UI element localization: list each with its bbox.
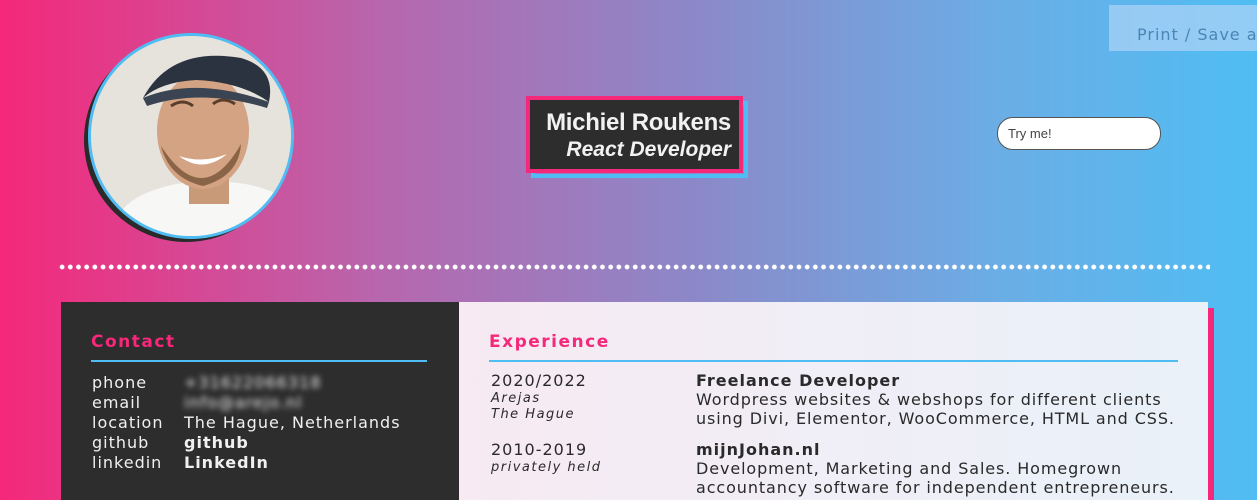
contact-row-email: email info@arejo.nl [91, 393, 427, 413]
contact-label: github [92, 433, 150, 452]
experience-title-text: mijnJohan.nl [696, 440, 821, 459]
profile-role: React Developer [566, 138, 731, 161]
experience-panel: Experience 2020/2022 Arejas The Hague Fr… [459, 302, 1208, 500]
contact-label: email [92, 393, 142, 412]
experience-item: 2010-2019 privately held mijnJohan.nl De… [489, 440, 1178, 497]
experience-item: 2020/2022 Arejas The Hague Freelance Dev… [489, 371, 1178, 428]
name-card-body: Michiel Roukens React Developer [526, 96, 743, 173]
github-link[interactable]: github [184, 433, 249, 453]
contact-row-linkedin: linkedin LinkedIn [91, 453, 427, 473]
experience-period: 2020/2022 [491, 371, 587, 390]
experience-when: 2010-2019 privately held [489, 440, 696, 497]
avatar [88, 33, 294, 239]
experience-details: mijnJohan.nl Development, Marketing and … [696, 440, 1178, 497]
contact-label: linkedin [92, 453, 163, 472]
try-me-input[interactable] [997, 117, 1161, 150]
experience-place: The Hague [491, 407, 576, 422]
name-card: Michiel Roukens React Developer [526, 96, 748, 178]
contact-panel: Contact phone +31622066318 email info@ar… [61, 302, 459, 500]
contact-row-github: github github [91, 433, 427, 453]
experience-title-text: Freelance Developer [696, 371, 901, 390]
contact-rule [91, 360, 427, 362]
contact-row-location: location The Hague, Netherlands [91, 413, 427, 433]
experience-when: 2020/2022 Arejas The Hague [489, 371, 696, 428]
linkedin-link[interactable]: LinkedIn [184, 453, 269, 473]
contact-row-phone: phone +31622066318 [91, 373, 427, 393]
experience-company: Arejas [491, 391, 541, 406]
email-value: info@arejo.nl [184, 393, 303, 412]
experience-details: Freelance Developer Wordpress websites &… [696, 371, 1178, 428]
experience-description: Development, Marketing and Sales. Homegr… [696, 459, 1175, 497]
profile-photo [91, 36, 291, 236]
dotted-divider [58, 264, 1210, 270]
contact-title: Contact [91, 332, 176, 352]
experience-description: Wordpress websites & webshops for differ… [696, 390, 1175, 428]
profile-name: Michiel Roukens [546, 109, 731, 136]
experience-period: 2010-2019 [491, 440, 588, 459]
location-value: The Hague, Netherlands [184, 413, 401, 432]
experience-company: privately held [491, 460, 602, 475]
experience-title: Experience [489, 332, 610, 352]
phone-value: +31622066318 [184, 373, 322, 392]
contact-label: phone [92, 373, 148, 392]
contact-label: location [92, 413, 164, 432]
experience-rule [489, 360, 1178, 362]
print-save-button[interactable]: Print / Save as PDF [1109, 5, 1257, 51]
